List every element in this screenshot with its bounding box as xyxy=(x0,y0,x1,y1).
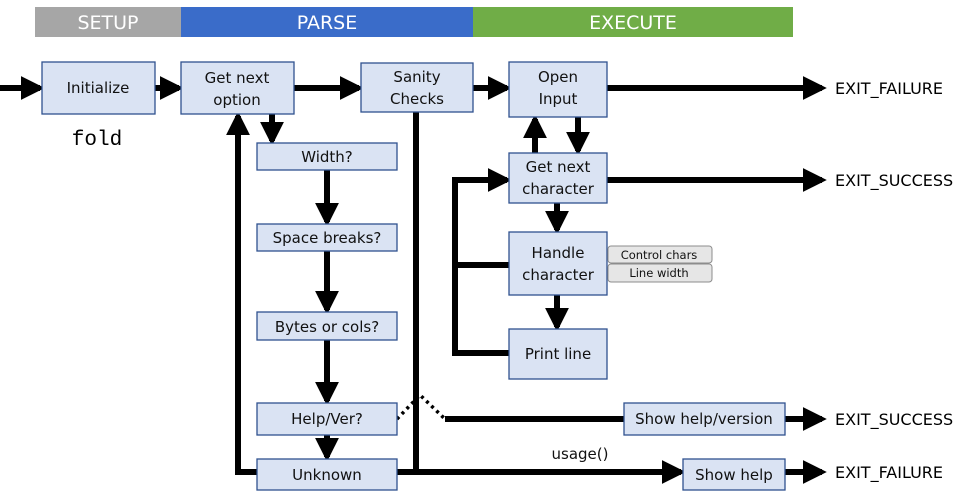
dotted-help-connector xyxy=(395,392,447,421)
svg-text:Input: Input xyxy=(539,90,578,108)
box-get-next-option: Get next option xyxy=(180,61,295,115)
svg-text:Open: Open xyxy=(538,68,578,86)
box-bytes-or-cols: Bytes or cols? xyxy=(256,311,398,341)
svg-text:Show help/version: Show help/version xyxy=(635,410,773,428)
tag-control-chars: Control chars xyxy=(607,245,713,264)
svg-text:Help/Ver?: Help/Ver? xyxy=(291,410,363,428)
exit-success-label-2: EXIT_SUCCESS xyxy=(835,410,953,430)
svg-text:Initialize: Initialize xyxy=(67,79,130,97)
svg-text:Handle: Handle xyxy=(532,244,585,262)
svg-text:character: character xyxy=(522,180,595,198)
svg-text:Width?: Width? xyxy=(301,148,353,166)
svg-text:character: character xyxy=(522,266,595,284)
svg-text:Line width: Line width xyxy=(629,266,688,280)
fold-flow-diagram: SETUP PARSE EXECUTE fold Initialize Get … xyxy=(0,7,953,491)
svg-text:Checks: Checks xyxy=(390,90,444,108)
box-get-next-character: Get next character xyxy=(508,152,608,204)
phase-bar-parse: PARSE xyxy=(181,7,473,37)
program-name: fold xyxy=(72,129,122,152)
svg-text:Sanity: Sanity xyxy=(393,68,440,86)
box-open-input: Open Input xyxy=(508,61,608,118)
svg-text:Print line: Print line xyxy=(525,345,591,363)
svg-text:Show help: Show help xyxy=(695,466,773,484)
svg-text:SETUP: SETUP xyxy=(77,12,138,34)
box-space-breaks: Space breaks? xyxy=(256,223,398,252)
svg-text:Bytes or cols?: Bytes or cols? xyxy=(275,318,379,336)
box-show-help-version: Show help/version xyxy=(623,402,786,436)
phase-bar-setup: SETUP xyxy=(35,7,181,37)
svg-text:option: option xyxy=(213,91,260,109)
svg-text:Get next: Get next xyxy=(526,158,591,176)
svg-text:Get next: Get next xyxy=(205,69,270,87)
svg-text:PARSE: PARSE xyxy=(297,12,358,34)
box-help-ver: Help/Ver? xyxy=(256,402,398,436)
phase-bar-execute: EXECUTE xyxy=(473,7,793,37)
tag-line-width: Line width xyxy=(607,263,713,283)
box-sanity-checks: Sanity Checks xyxy=(360,62,474,113)
usage-label: usage() xyxy=(552,445,609,463)
box-unknown: Unknown xyxy=(256,458,398,491)
box-width: Width? xyxy=(256,142,398,171)
box-print-line: Print line xyxy=(508,328,608,380)
svg-text:EXECUTE: EXECUTE xyxy=(589,12,677,34)
exit-success-label: EXIT_SUCCESS xyxy=(835,171,953,191)
svg-text:Space breaks?: Space breaks? xyxy=(273,229,382,247)
box-initialize: Initialize xyxy=(41,61,156,115)
exit-failure-label-2: EXIT_FAILURE xyxy=(835,463,943,483)
box-show-help: Show help xyxy=(682,458,786,491)
arrow-unknown-loop-to-option xyxy=(226,111,257,475)
box-handle-character: Handle character xyxy=(508,231,608,296)
svg-text:Unknown: Unknown xyxy=(292,466,362,484)
svg-text:Control chars: Control chars xyxy=(621,248,698,262)
exit-failure-label: EXIT_FAILURE xyxy=(835,79,943,99)
